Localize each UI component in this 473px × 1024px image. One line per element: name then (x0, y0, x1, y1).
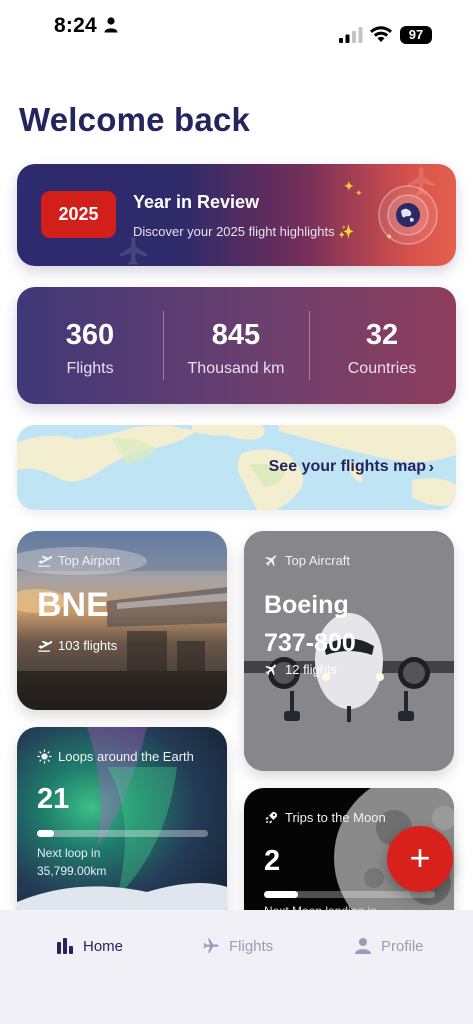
aircraft-manufacturer: Boeing (264, 591, 349, 619)
tab-label: Profile (381, 937, 424, 955)
airplane-departure-icon (38, 640, 52, 652)
loops-around-earth-tile[interactable]: Loops around the Earth 21 Next loop in 3… (17, 727, 227, 927)
airplane-departure-icon (38, 555, 52, 567)
status-bar: 8:24 97 (0, 0, 473, 54)
stat-value: 32 (365, 319, 399, 351)
status-time: 8:24 (54, 14, 97, 37)
moon-progress-fill (264, 891, 299, 898)
year-badge: 2025 (41, 191, 116, 238)
wifi-icon (370, 26, 392, 42)
stat-label: Thousand km (187, 360, 285, 377)
stat-value: 845 (211, 319, 261, 351)
stat-distance: 845 Thousand km (163, 287, 309, 404)
sun-icon (37, 749, 52, 764)
tab-bar: Home Flights Profile (0, 910, 473, 1024)
top-airport-flights: 103 flights (37, 638, 117, 653)
year-in-review-card[interactable]: 2025 Year in Review Discover your 2025 f… (17, 164, 456, 266)
tab-label: Home (83, 937, 124, 955)
top-airport-tile[interactable]: Top Airport BNE 103 flights (17, 531, 227, 710)
tile-label-text: Top Airport (58, 553, 121, 568)
review-title: Year in Review (133, 192, 260, 212)
chevron-right-icon: › (428, 459, 434, 476)
airplane-icon (203, 938, 219, 953)
top-airport-label: Top Airport (37, 553, 120, 568)
loops-next-label: Next loop in (37, 846, 101, 860)
battery-indicator: 97 (400, 26, 432, 44)
stats-card: 360 Flights 845 Thousand km 32 Countries (17, 287, 456, 404)
sparkle-icon: ✦ (343, 178, 355, 194)
stat-flights: 360 Flights (17, 287, 163, 404)
moon-value: 2 (264, 845, 281, 877)
top-aircraft-tile[interactable]: Top Aircraft Boeing 737-800 12 flights (244, 531, 454, 771)
loops-next: Next loop in 35,799.00km (37, 844, 106, 880)
tile-label-text: Top Aircraft (285, 553, 351, 568)
sparkle-icon: ✦ (355, 188, 363, 198)
add-flight-button[interactable]: + (387, 826, 453, 892)
top-aircraft-label: Top Aircraft (264, 553, 350, 568)
flights-map-link[interactable]: See your flights map (269, 458, 426, 476)
tab-profile[interactable]: Profile (354, 937, 424, 955)
tab-label: Flights (229, 937, 274, 955)
review-subtitle: Discover your 2025 flight highlights ✨ (133, 224, 355, 239)
loops-progress-bar (37, 830, 208, 837)
stat-label: Countries (347, 360, 417, 377)
loops-label: Loops around the Earth (37, 749, 194, 764)
top-airport-code: BNE (37, 586, 109, 624)
loops-next-distance: 35,799.00km (37, 864, 107, 878)
globe-icon (378, 185, 438, 245)
stat-label: Flights (66, 360, 114, 377)
flights-map-card[interactable]: See your flights map › (17, 425, 456, 510)
page-title: Welcome back (19, 101, 251, 138)
airplane-icon (265, 555, 276, 567)
bar-chart-icon (57, 938, 73, 954)
moon-label: Trips to the Moon (264, 810, 386, 825)
top-aircraft-name: Boeing 737-800 (264, 586, 356, 662)
person-icon (355, 938, 371, 954)
cellular-signal-icon (339, 27, 363, 43)
stat-countries: 32 Countries (309, 287, 455, 404)
top-aircraft-flights: 12 flights (264, 662, 337, 677)
tab-flights[interactable]: Flights (202, 937, 273, 955)
plus-icon: + (409, 837, 431, 878)
tile-label-text: Trips to the Moon (285, 810, 386, 825)
person-icon (104, 17, 118, 33)
airplane-icon (265, 664, 276, 676)
loops-value: 21 (37, 783, 70, 815)
flights-count: 103 flights (58, 638, 118, 653)
tab-home[interactable]: Home (56, 937, 123, 955)
aircraft-model: 737-800 (264, 629, 356, 657)
flights-count: 12 flights (285, 662, 338, 677)
loops-progress-fill (37, 830, 55, 837)
moon-progress-bar (264, 891, 435, 898)
stat-value: 360 (65, 319, 115, 351)
rocket-icon (265, 811, 278, 824)
tile-label-text: Loops around the Earth (58, 749, 194, 764)
